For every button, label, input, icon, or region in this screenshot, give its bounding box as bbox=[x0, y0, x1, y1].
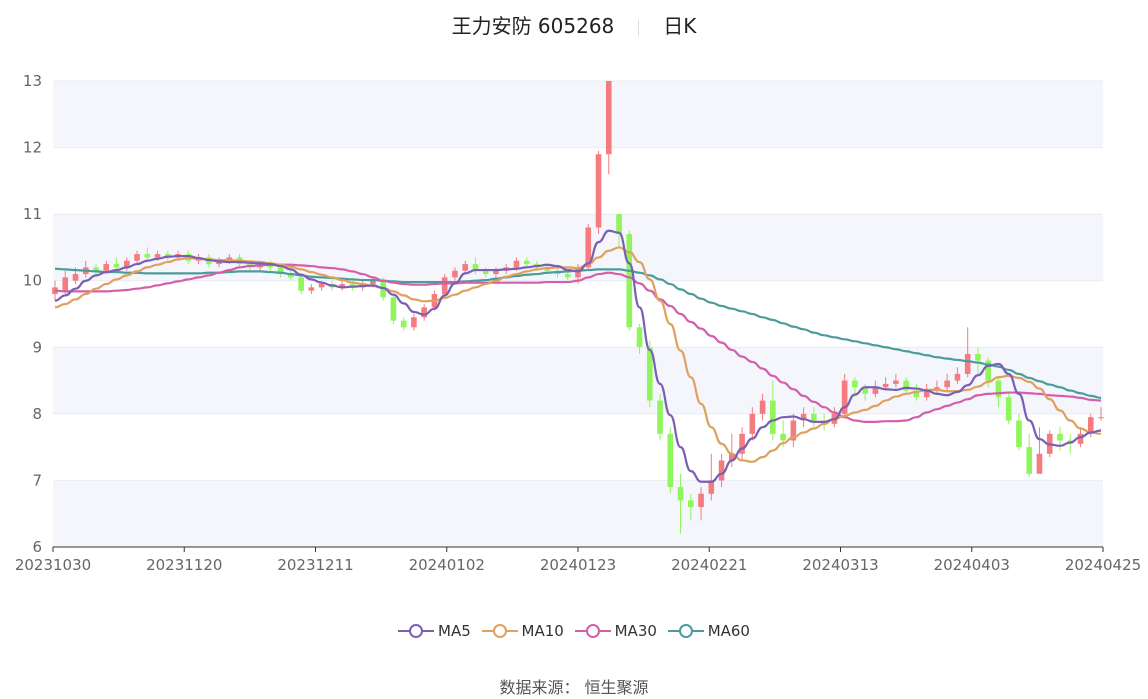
candle-body bbox=[441, 277, 448, 295]
candle-body bbox=[852, 380, 858, 388]
candle-body bbox=[1077, 433, 1084, 444]
candle-body bbox=[390, 297, 397, 321]
legend-marker-ma60 bbox=[667, 624, 704, 638]
candle-body bbox=[154, 254, 161, 258]
candle-body bbox=[113, 264, 120, 268]
candle-body bbox=[1036, 453, 1043, 474]
data-source: 数据来源： 恒生聚源 bbox=[499, 678, 649, 697]
y-tick-label: 6 bbox=[32, 538, 42, 556]
candle-body bbox=[1016, 420, 1022, 448]
legend-item-ma10[interactable]: MA10 bbox=[481, 622, 564, 640]
legend-marker-ma30 bbox=[574, 624, 611, 638]
legend-label-ma30: MA30 bbox=[614, 622, 657, 640]
legend-marker-ma10 bbox=[481, 624, 518, 638]
candle-body bbox=[811, 413, 817, 421]
candlestick-chart: 6 7 8 9 10 11 12 13 20231030 20231120 20231211 2024… bbox=[15, 72, 1141, 574]
legend-label-ma10: MA10 bbox=[521, 622, 564, 640]
candle-body bbox=[677, 487, 684, 501]
candle-body bbox=[759, 400, 766, 414]
x-tick-label: 20240403 bbox=[934, 556, 1010, 574]
candle-body bbox=[462, 264, 468, 271]
candle-body bbox=[893, 380, 899, 384]
candle-body bbox=[1057, 433, 1063, 441]
candle-body bbox=[62, 277, 69, 291]
candle-body bbox=[493, 270, 499, 275]
x-tick-label: 20240123 bbox=[540, 556, 616, 574]
candle-body bbox=[134, 254, 140, 261]
candle-body bbox=[1098, 417, 1104, 419]
legend-label-ma60: MA60 bbox=[707, 622, 750, 640]
y-tick-label: 10 bbox=[23, 272, 42, 290]
candle-body bbox=[144, 254, 151, 258]
candle-body bbox=[882, 383, 889, 388]
candle-body bbox=[718, 460, 725, 481]
x-tick-label: 20240313 bbox=[802, 556, 878, 574]
candle-body bbox=[667, 433, 674, 488]
grid-band bbox=[53, 347, 1103, 414]
x-tick-label: 20240102 bbox=[409, 556, 485, 574]
candle-body bbox=[975, 353, 981, 361]
legend-item-ma30[interactable]: MA30 bbox=[574, 622, 657, 640]
candle-body bbox=[595, 154, 602, 228]
candle-body bbox=[698, 493, 704, 508]
candle-body bbox=[954, 373, 961, 381]
legend-label-ma5: MA5 bbox=[438, 622, 471, 640]
legend-marker-ma5 bbox=[398, 624, 434, 638]
candle-body bbox=[411, 317, 417, 328]
grid-band bbox=[53, 81, 1103, 148]
x-tick-label: 20231211 bbox=[277, 556, 353, 574]
x-tick-label: 20240425 bbox=[1065, 556, 1141, 574]
x-tick-label: 20231030 bbox=[15, 556, 91, 574]
candle-body bbox=[1026, 447, 1033, 474]
candle-body bbox=[298, 277, 304, 291]
y-tick-label: 11 bbox=[23, 205, 42, 223]
candle-body bbox=[1005, 397, 1012, 421]
x-tick-label: 20240221 bbox=[671, 556, 747, 574]
candle-body bbox=[452, 270, 458, 278]
candle-body bbox=[944, 380, 950, 388]
legend-item-ma5[interactable]: MA5 bbox=[398, 622, 471, 640]
candle-body bbox=[657, 400, 663, 434]
candle-body bbox=[636, 327, 643, 348]
candle-body bbox=[626, 234, 633, 328]
legend-item-ma60[interactable]: MA60 bbox=[667, 622, 750, 640]
candle-body bbox=[370, 280, 376, 285]
candle-body bbox=[103, 264, 110, 271]
candle-body bbox=[770, 400, 776, 434]
candle-body bbox=[749, 413, 756, 434]
candle-body bbox=[995, 380, 1002, 398]
candle-body bbox=[93, 267, 99, 271]
candle-body bbox=[780, 433, 786, 441]
candle-body bbox=[482, 270, 489, 275]
candle-body bbox=[605, 81, 612, 155]
y-tick-label: 7 bbox=[32, 471, 42, 489]
grid-band bbox=[53, 480, 1103, 547]
candle-body bbox=[400, 320, 407, 328]
candle-body bbox=[318, 284, 325, 288]
y-tick-label: 9 bbox=[32, 338, 42, 356]
y-tick-label: 8 bbox=[32, 405, 42, 423]
candle-body bbox=[564, 274, 571, 278]
chart-legend: MA5 MA10 MA30 MA60 bbox=[0, 622, 1148, 642]
candle-body bbox=[513, 260, 520, 268]
candle-body bbox=[616, 214, 622, 235]
candle-body bbox=[308, 287, 315, 291]
candle-body bbox=[964, 353, 971, 374]
y-tick-label: 12 bbox=[23, 139, 42, 157]
candle-body bbox=[523, 260, 530, 265]
candle-body bbox=[688, 500, 694, 508]
y-tick-label: 13 bbox=[23, 72, 42, 90]
candle-body bbox=[421, 307, 427, 318]
x-tick-label: 20231120 bbox=[146, 556, 222, 574]
candle-body bbox=[72, 274, 79, 281]
